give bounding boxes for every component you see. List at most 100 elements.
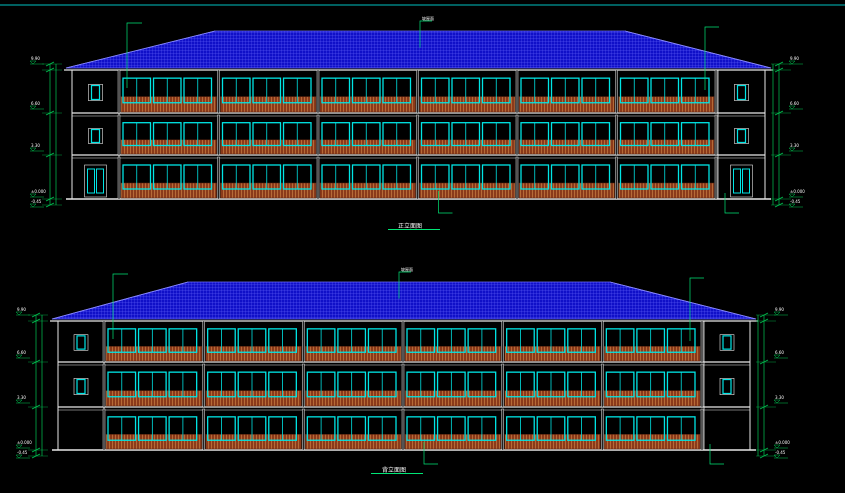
balcony-railing (518, 96, 615, 113)
balcony-railing (618, 96, 715, 113)
balcony-railing (120, 96, 217, 113)
end-window (76, 378, 86, 395)
roof-callout-label: 坡屋面 (401, 266, 413, 272)
balcony-railing (220, 139, 317, 155)
column (117, 114, 121, 156)
balcony-railing (419, 139, 516, 155)
balcony-railing (105, 346, 202, 362)
end-window-frame (719, 334, 735, 351)
column (615, 156, 618, 200)
entry-door-leaf (733, 168, 741, 194)
level-label: 6.60 (790, 101, 799, 106)
column (615, 114, 618, 156)
balcony-railing (120, 139, 217, 155)
column (416, 114, 419, 156)
column (714, 114, 718, 156)
column (302, 363, 305, 408)
balcony-railing (220, 182, 317, 199)
balcony-railing (305, 434, 402, 450)
level-marker (15, 311, 23, 316)
balcony-railing (618, 139, 715, 155)
entry-door-leaf (87, 168, 95, 194)
balcony-railing (604, 390, 701, 407)
end-window (722, 378, 732, 395)
level-label: 6.60 (17, 350, 26, 355)
balcony-railing (504, 390, 601, 407)
column (416, 69, 419, 114)
column (401, 408, 405, 451)
front-elevation-title-underline (388, 229, 440, 230)
column (501, 320, 504, 363)
balcony-railing (504, 346, 601, 362)
level-label: ±0.000 (790, 189, 805, 194)
balcony-railing (504, 434, 601, 450)
column (217, 156, 220, 200)
column (316, 156, 320, 200)
column (316, 114, 320, 156)
end-window-frame (88, 128, 103, 144)
entry-door-leaf (96, 168, 104, 194)
end-window (736, 128, 747, 144)
balcony-railing (120, 182, 217, 199)
column (302, 320, 305, 363)
balcony-railing (404, 390, 501, 407)
column (401, 363, 405, 408)
column (202, 363, 205, 408)
column (601, 408, 604, 451)
elevation-drawing-svg: 9.90 6.60 3.30 ±0.000 -0.45 9.90 6.60 3.30 ±0.00… (0, 4, 845, 465)
level-marker (788, 147, 796, 152)
column (102, 408, 106, 451)
level-label: -0.45 (31, 199, 42, 204)
column (102, 363, 106, 408)
end-window-frame (73, 334, 89, 351)
column (217, 114, 220, 156)
level-label: ±0.000 (31, 189, 46, 194)
level-marker (788, 193, 796, 198)
column (515, 114, 519, 156)
level-marker (29, 60, 37, 65)
level-marker (15, 454, 23, 459)
door-leader (724, 193, 739, 214)
level-marker (773, 454, 781, 459)
rear-elevation-title-underline (371, 473, 423, 474)
column (515, 156, 519, 200)
level-label: 9.90 (775, 307, 784, 312)
level-label: 6.60 (775, 350, 784, 355)
balcony-railing (618, 182, 715, 199)
level-label: -0.45 (790, 199, 801, 204)
level-label: ±0.000 (17, 440, 32, 445)
end-window-frame (73, 377, 89, 395)
balcony-railing (205, 390, 302, 407)
column (714, 156, 718, 200)
level-marker (788, 60, 796, 65)
end-window (722, 335, 732, 350)
column (316, 69, 320, 114)
balcony-railing (319, 96, 416, 113)
column (117, 69, 121, 114)
column (202, 408, 205, 451)
column (117, 156, 121, 200)
column (501, 363, 504, 408)
column (102, 320, 106, 363)
balcony-railing (105, 434, 202, 450)
column (515, 69, 519, 114)
end-window-frame (719, 377, 735, 395)
balcony-railing (305, 390, 402, 407)
end-window (736, 84, 747, 101)
balcony-railing (419, 96, 516, 113)
balcony-railing (604, 434, 701, 450)
level-marker (788, 203, 796, 208)
column (217, 69, 220, 114)
level-label: 9.90 (790, 56, 799, 61)
balcony-railing (604, 346, 701, 362)
level-label: -0.45 (17, 450, 28, 455)
column (416, 156, 419, 200)
entry-door-leaf (742, 168, 750, 194)
end-window (90, 84, 101, 101)
end-window-frame (734, 84, 749, 102)
rear-elevation: 9.90 6.60 3.30 ±0.000 -0.45 9.90 6.60 3.30 ±0.00… (15, 266, 790, 465)
level-marker (788, 105, 796, 110)
level-label: 9.90 (31, 56, 40, 61)
end-window (76, 335, 86, 350)
end-window (90, 128, 101, 144)
